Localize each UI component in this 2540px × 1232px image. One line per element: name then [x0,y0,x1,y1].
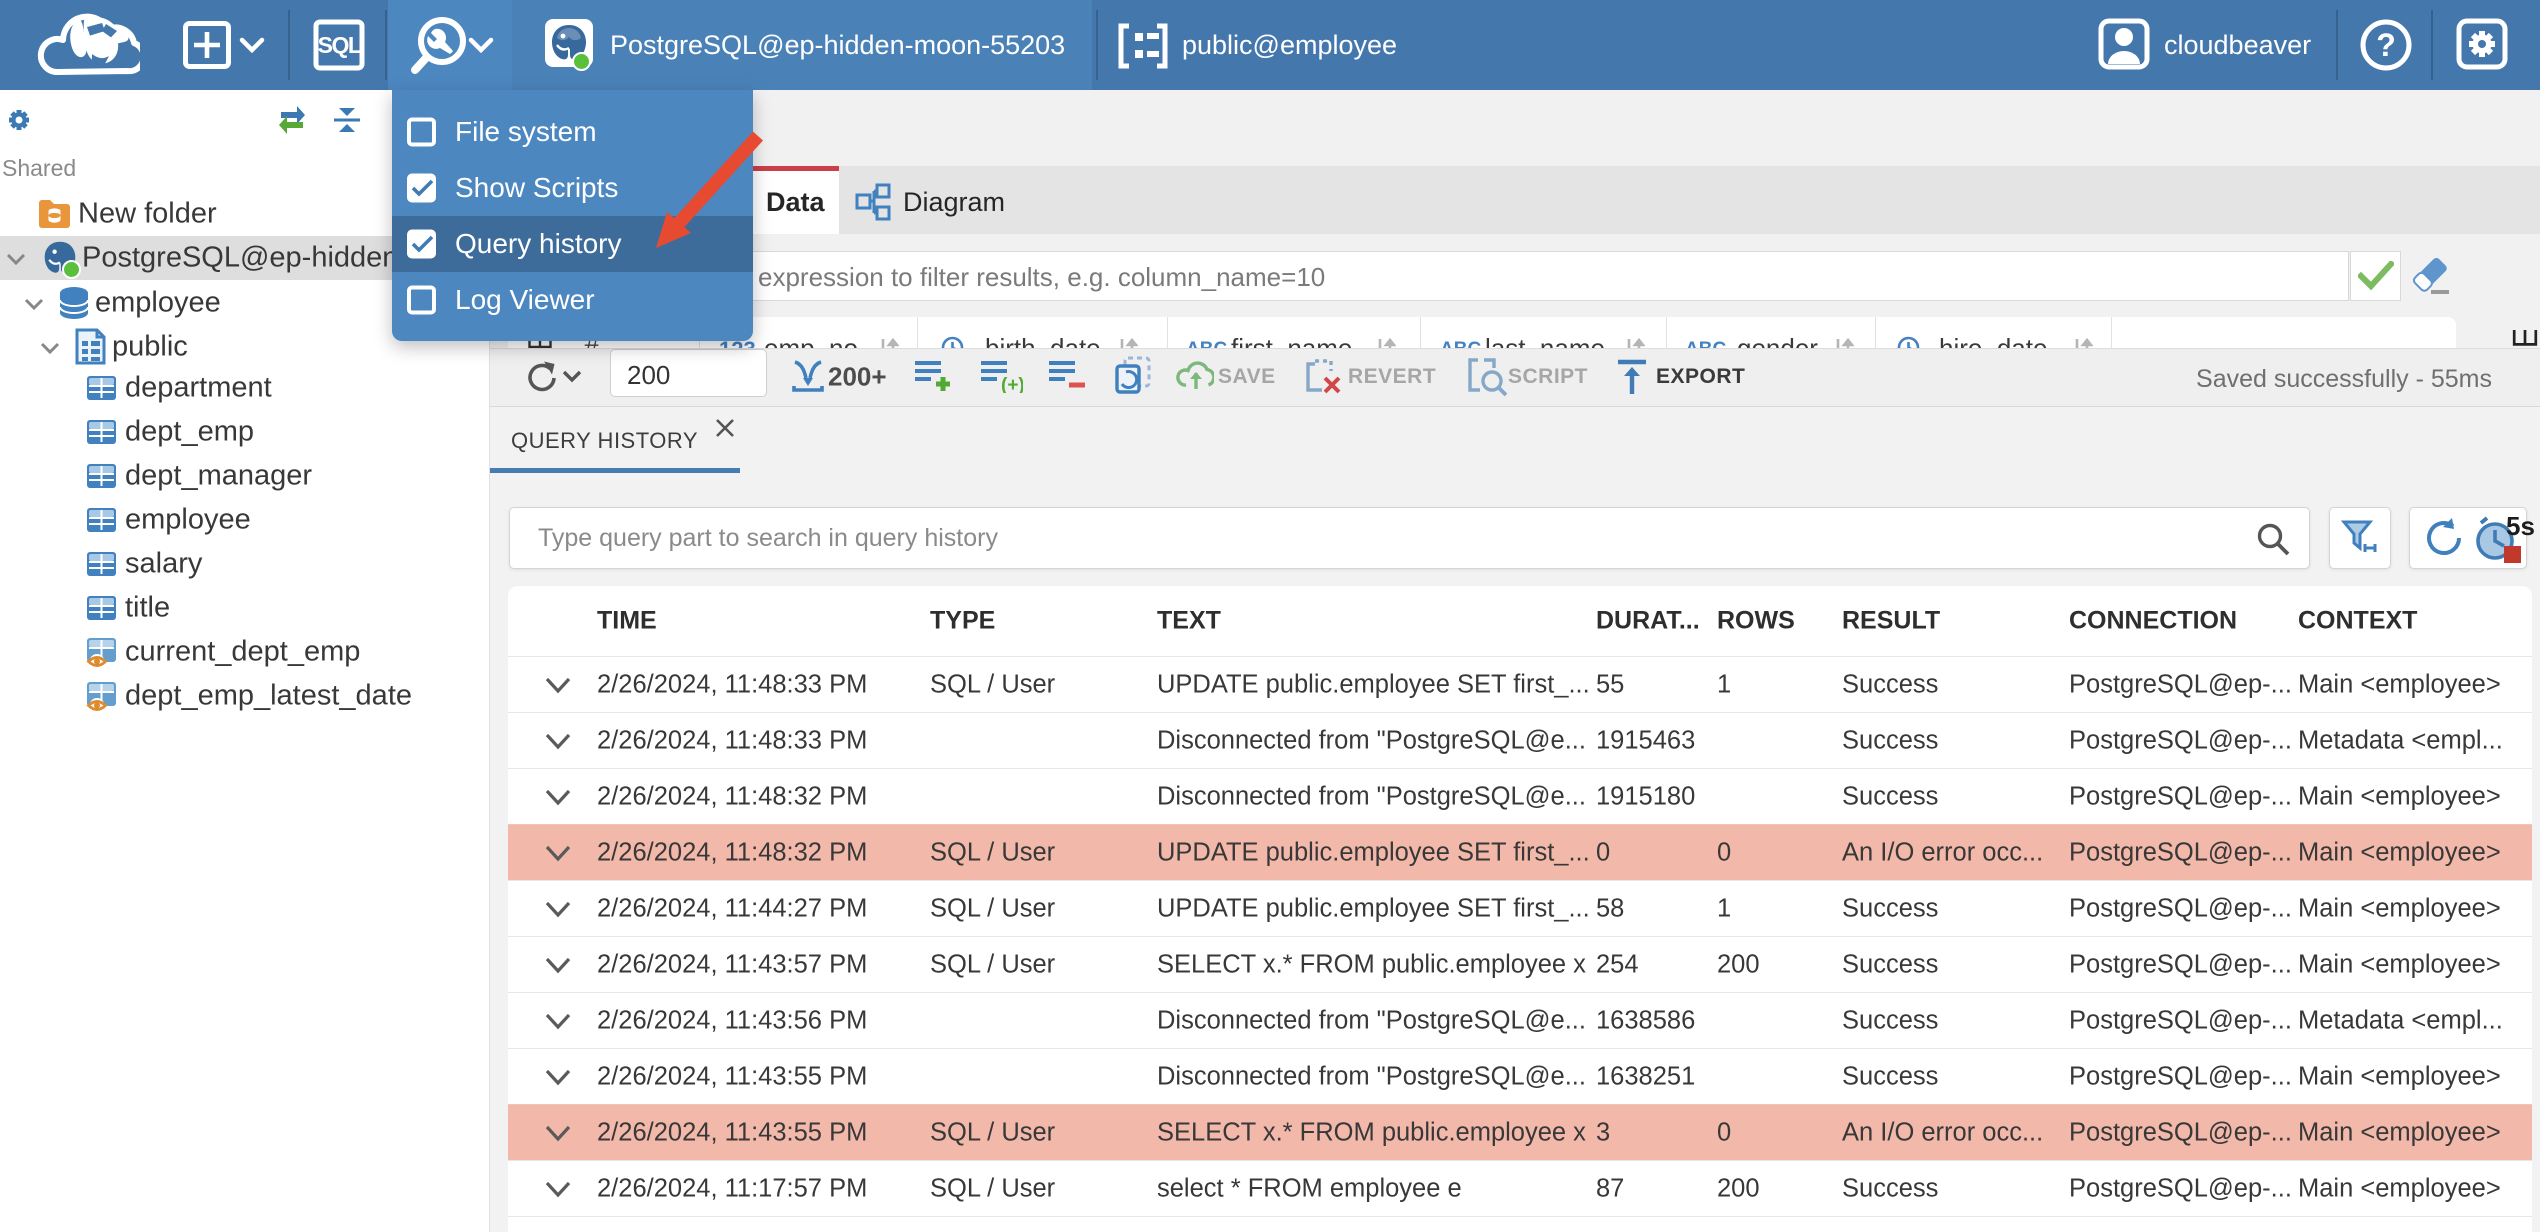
svg-text:SQL: SQL [318,32,362,58]
svg-text:(+): (+) [1001,375,1023,393]
svg-text:?: ? [2376,27,2396,63]
svg-text:5s: 5s [2506,513,2535,541]
